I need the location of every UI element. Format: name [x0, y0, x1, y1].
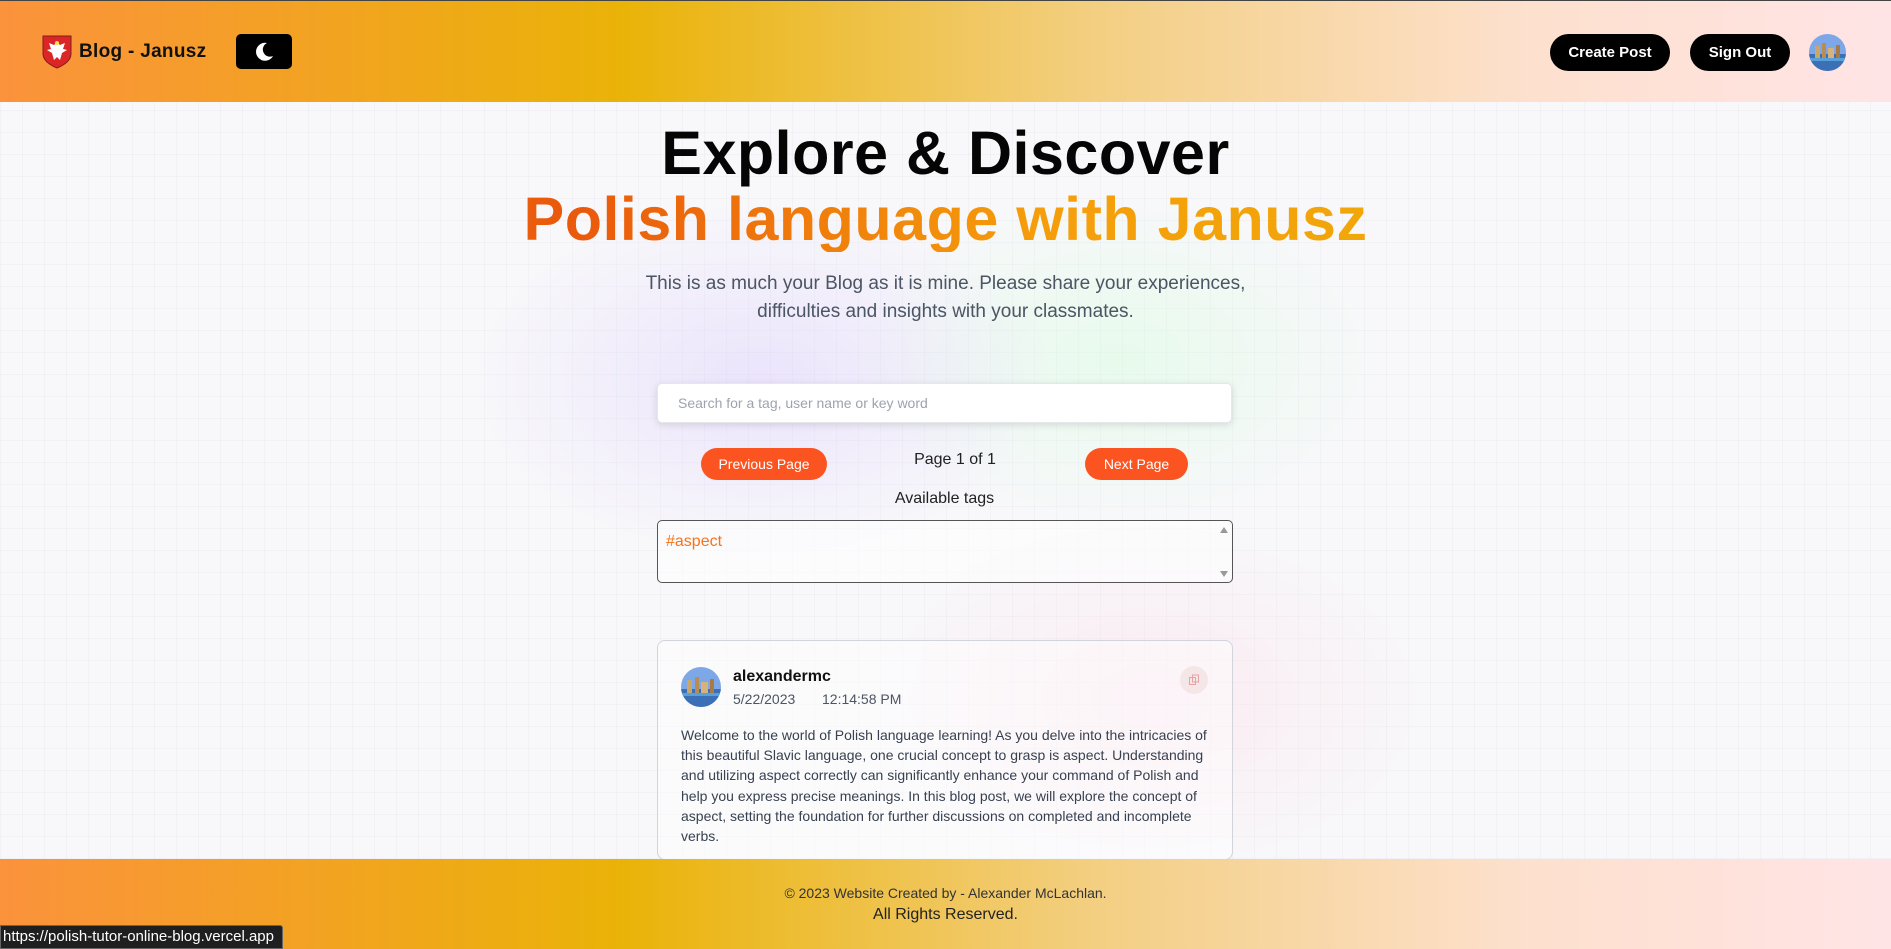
tag-item[interactable]: #aspect	[666, 533, 722, 551]
copy-icon	[1189, 674, 1199, 685]
status-bar-url: https://polish-tutor-online-blog.vercel.…	[0, 925, 283, 949]
hero-section: Explore & Discover Polish language with …	[0, 120, 1891, 326]
tags-label: Available tags	[894, 490, 995, 507]
sign-out-button[interactable]: Sign Out	[1690, 34, 1790, 71]
scroll-down-arrow-icon[interactable]	[1220, 571, 1228, 577]
tags-list: #aspect	[657, 520, 1233, 583]
page-indicator: Page 1 of 1	[914, 451, 996, 468]
avatar-image	[681, 667, 721, 707]
post-body: Welcome to the world of Polish language …	[681, 727, 1207, 845]
tags-scrollbar[interactable]	[1218, 525, 1230, 579]
user-avatar[interactable]	[1809, 34, 1846, 71]
scroll-up-arrow-icon[interactable]	[1220, 527, 1228, 533]
moon-icon	[256, 42, 273, 61]
next-page-button[interactable]: Next Page	[1085, 448, 1188, 480]
post-date: 5/22/2023	[733, 691, 796, 707]
post-time: 12:14:58 PM	[822, 691, 902, 707]
polish-eagle-icon	[42, 35, 72, 69]
brand-link[interactable]: Blog - Janusz	[41, 34, 206, 70]
footer: © 2023 Website Created by - Alexander Mc…	[0, 859, 1891, 949]
top-navbar: Blog - Janusz Create Post Sign Out	[0, 0, 1891, 102]
post-username[interactable]: alexandermc	[733, 668, 831, 686]
avatar-image	[1809, 34, 1846, 71]
post-card: alexandermc 5/22/2023 12:14:58 PM Welcom…	[657, 640, 1233, 860]
hero-subtitle: This is as much your Blog as it is mine.…	[645, 273, 1246, 322]
hero-title-line1: Explore & Discover	[661, 119, 1230, 187]
hero-title-line2: Polish language with Janusz	[0, 186, 1891, 252]
footer-rights: All Rights Reserved.	[873, 906, 1018, 923]
copy-button[interactable]	[1180, 666, 1208, 694]
theme-toggle-button[interactable]	[236, 34, 292, 69]
previous-page-button[interactable]: Previous Page	[701, 448, 827, 480]
footer-copyright: © 2023 Website Created by - Alexander Mc…	[784, 885, 1107, 901]
brand-title: Blog - Janusz	[79, 41, 207, 62]
search-input[interactable]	[657, 383, 1232, 423]
post-author-avatar[interactable]	[681, 667, 721, 707]
create-post-button[interactable]: Create Post	[1550, 34, 1670, 71]
